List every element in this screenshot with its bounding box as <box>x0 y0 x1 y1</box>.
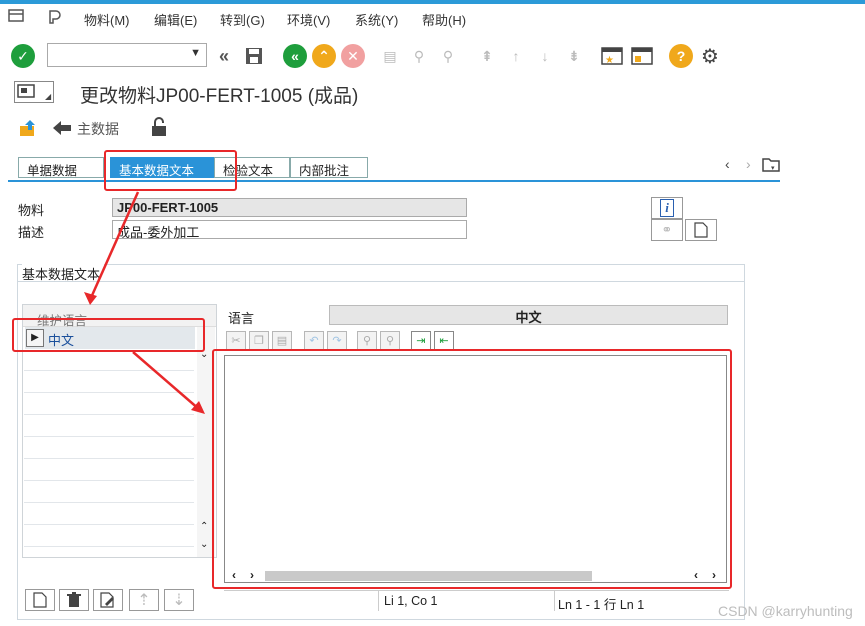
watermark: CSDN @karryhunting <box>718 603 853 619</box>
annotation-arrows <box>84 191 205 414</box>
